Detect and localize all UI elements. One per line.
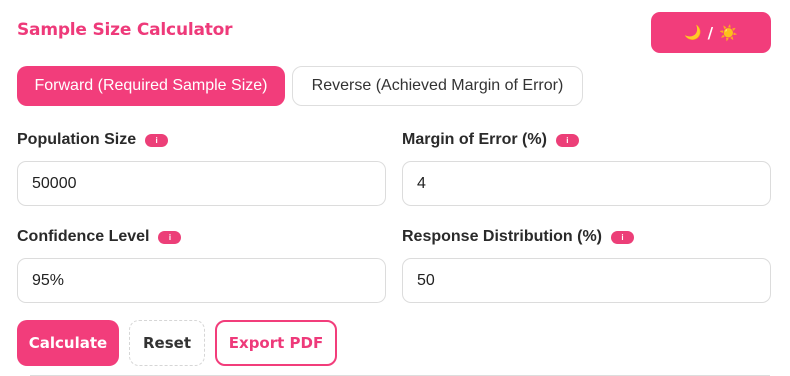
calculate-button[interactable]: Calculate (17, 320, 119, 366)
page-title: Sample Size Calculator (17, 20, 233, 40)
info-icon[interactable]: i (158, 230, 182, 244)
confidence-level-select[interactable]: 95% (17, 258, 386, 303)
info-icon[interactable]: i (611, 230, 635, 244)
response-distribution-label-text: Response Distribution (%) (402, 228, 603, 245)
population-size-label: Population Size i (17, 131, 169, 149)
population-size-value: 50000 (32, 174, 77, 192)
margin-of-error-input[interactable]: 4 (402, 161, 771, 206)
tab-reverse-mode[interactable]: Reverse (Achieved Margin of Error) (292, 66, 583, 106)
info-icon[interactable]: i (145, 133, 169, 147)
moon-icon: 🌙 (684, 24, 702, 41)
sun-icon: ☀️ (719, 23, 738, 42)
confidence-level-value: 95% (32, 271, 65, 289)
reset-button[interactable]: Reset (129, 320, 205, 366)
tab-forward-mode[interactable]: Forward (Required Sample Size) (17, 66, 285, 106)
population-size-label-text: Population Size (17, 131, 137, 148)
margin-of-error-value: 4 (417, 174, 426, 192)
export-pdf-button[interactable]: Export PDF (215, 320, 337, 366)
population-size-input[interactable]: 50000 (17, 161, 386, 206)
theme-toggle-button[interactable]: 🌙 / ☀️ (651, 12, 771, 53)
response-distribution-input[interactable]: 50 (402, 258, 771, 303)
margin-of-error-label: Margin of Error (%) i (402, 131, 579, 149)
response-distribution-label: Response Distribution (%) i (402, 228, 635, 246)
theme-toggle-separator: / (707, 23, 714, 42)
margin-of-error-label-text: Margin of Error (%) (402, 131, 547, 148)
confidence-level-label-text: Confidence Level (17, 228, 150, 245)
confidence-level-label: Confidence Level i (17, 228, 182, 246)
response-distribution-value: 50 (417, 271, 435, 289)
info-icon[interactable]: i (555, 133, 579, 147)
